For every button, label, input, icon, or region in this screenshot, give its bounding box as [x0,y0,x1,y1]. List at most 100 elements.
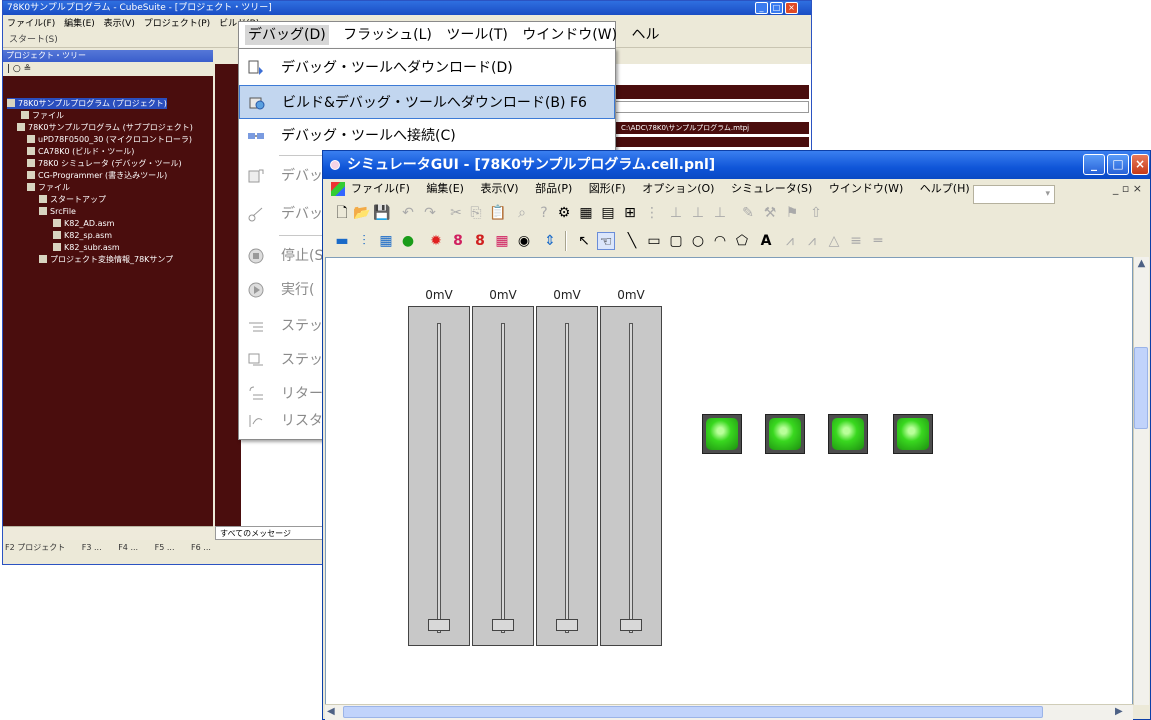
align-left-icon[interactable]: ⊥ [667,204,685,222]
sim-menu-simulator[interactable]: シミュレータ(S) [731,182,812,195]
open-icon[interactable]: 📂 [353,204,371,222]
tree-item[interactable]: プロジェクト変換情報_78Kサンプ [39,254,173,265]
tree-item[interactable]: K82_sp.asm [53,230,112,241]
layer-icon[interactable]: ⇧ [807,204,825,222]
rounded-rect-icon[interactable]: ▢ [667,232,685,250]
horizontal-scroll-thumb[interactable] [343,706,1043,718]
tree-item[interactable]: 78K0サンプルプログラム (サブプロジェクト) [17,122,193,133]
align-center-icon[interactable]: ⊥ [689,204,707,222]
align-icon[interactable]: ⊞ [621,204,639,222]
menu-flash[interactable]: フラッシュ(L) [343,27,432,43]
tree-item[interactable]: ファイル [21,110,64,121]
led-indicator[interactable] [893,414,933,454]
tree-item[interactable]: 78K0サンプルプログラム (プロジェクト) [7,98,167,109]
line-width-icon[interactable]: ≡ [847,232,865,250]
minimize-icon[interactable]: _ [755,2,768,14]
status-tab[interactable]: F3 ... [82,543,102,552]
table-icon[interactable]: ▤ [599,204,617,222]
new-icon[interactable]: 🗋 [333,204,351,222]
fill-color-icon[interactable]: ⩘ [803,232,821,250]
edit-icon[interactable]: ✎ [739,204,757,222]
menu-item-connect[interactable]: デバッグ・ツールへ接続(C) [239,119,615,153]
menu-help[interactable]: ヘル [632,27,660,43]
segment-led-icon[interactable]: 8 [449,232,467,250]
sim-menu-file[interactable]: ファイル(F) [351,182,410,195]
help-icon[interactable]: ? [535,204,553,222]
slider-thumb[interactable] [428,619,450,631]
voltage-slider[interactable] [600,306,662,646]
polygon-icon[interactable]: ⬠ [733,232,751,250]
property-icon[interactable]: ⚑ [783,204,801,222]
menu-debug[interactable]: デバッグ(D) [245,25,329,45]
undo-icon[interactable]: ↶ [399,204,417,222]
connect-parts-icon[interactable]: ⚙ [555,204,573,222]
minimize-icon[interactable]: _ [1083,154,1105,175]
tree-toolbar-icon[interactable]: | ○ ≗ [7,64,31,74]
slider-thumb[interactable] [492,619,514,631]
start-button[interactable]: スタート(S) [9,35,58,45]
paste-icon[interactable]: 📋 [489,204,507,222]
panel-canvas[interactable]: 0mV 0mV 0mV 0mV [325,257,1133,705]
tree-item[interactable]: K82_AD.asm [53,218,114,229]
distribute-icon[interactable]: ⋮ [643,204,661,222]
toolbar-combo[interactable]: ▾ [973,185,1055,204]
button-part-icon[interactable]: ▬ [333,232,351,250]
sim-menu-edit[interactable]: 編集(E) [426,182,464,195]
sim-menu-view[interactable]: 表示(V) [480,182,518,195]
save-icon[interactable]: 💾 [373,204,391,222]
voltage-slider[interactable] [536,306,598,646]
grid-icon[interactable]: ▦ [577,204,595,222]
arc-icon[interactable]: ◠ [711,232,729,250]
status-tab[interactable]: F4 ... [118,543,138,552]
line-icon[interactable]: ╲ [623,232,641,250]
tree-item[interactable]: SrcFile [39,206,76,217]
close-icon[interactable]: × [1131,154,1149,175]
signal-icon[interactable]: ⇕ [541,232,559,250]
vertical-scroll-thumb[interactable] [1134,347,1148,429]
mdi-controls[interactable]: _ ▫ × [1113,179,1142,199]
text-icon[interactable]: A [757,232,775,250]
matrix-icon[interactable]: ▦ [377,232,395,250]
led-part-icon[interactable]: ● [399,232,417,250]
slider-thumb[interactable] [620,619,642,631]
buzzer-icon[interactable]: ✹ [427,232,445,250]
ide-menu-project[interactable]: プロジェクト(P) [144,19,210,29]
voltage-slider[interactable] [408,306,470,646]
ellipse-icon[interactable]: ○ [689,232,707,250]
align-right-icon[interactable]: ⊥ [711,204,729,222]
line-color-icon[interactable]: △ [825,232,843,250]
menu-item-restart[interactable]: リスタ [238,404,323,438]
select-arrow-icon[interactable]: ↖ [575,232,593,250]
scroll-right-icon[interactable]: ▶ [1115,705,1123,719]
pull-icon[interactable]: ◉ [515,232,533,250]
ide-menu-edit[interactable]: 編集(E) [64,19,95,29]
slider-thumb[interactable] [556,619,578,631]
rectangle-icon[interactable]: ▭ [645,232,663,250]
led-indicator[interactable] [828,414,868,454]
level-gauge-icon[interactable]: ⫶ [355,232,373,250]
sim-menu-window[interactable]: ウインドウ(W) [829,182,903,195]
find-icon[interactable]: ⌕ [513,204,531,222]
vertical-scrollbar[interactable]: ▲ [1133,257,1149,705]
segment-led-2-icon[interactable]: 8 [471,232,489,250]
voltage-slider[interactable] [472,306,534,646]
menu-tools[interactable]: ツール(T) [446,27,507,43]
sim-menu-options[interactable]: オプション(O) [642,182,714,195]
copy-icon[interactable]: ⎘ [467,204,485,222]
cut-icon[interactable]: ✂ [447,204,465,222]
scroll-left-icon[interactable]: ◀ [327,705,335,719]
redo-icon[interactable]: ↷ [421,204,439,222]
sim-menu-shapes[interactable]: 図形(F) [589,182,626,195]
led-indicator[interactable] [702,414,742,454]
close-icon[interactable]: × [785,2,798,14]
menu-window[interactable]: ウインドウ(W) [522,27,617,43]
ide-menu-view[interactable]: 表示(V) [104,19,135,29]
status-tab[interactable]: F6 ... [191,543,211,552]
sim-menu-parts[interactable]: 部品(P) [535,182,572,195]
ide-menu-file[interactable]: ファイル(F) [7,19,55,29]
menu-logo-icon[interactable] [331,182,345,196]
tree-item[interactable]: K82_subr.asm [53,242,120,253]
project-tree-scrollbar[interactable] [3,526,213,540]
arrow-style-icon[interactable]: ═ [869,232,887,250]
menu-item-build-download[interactable]: ビルド&デバッグ・ツールへダウンロード(B) F6 [239,85,615,119]
